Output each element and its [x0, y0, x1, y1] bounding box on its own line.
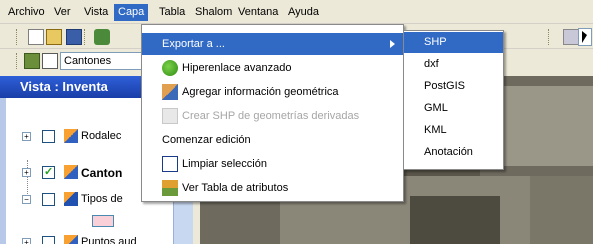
open-folder-icon[interactable] [46, 29, 62, 45]
attribute-table-icon [162, 180, 178, 196]
menu-capa[interactable]: Capa [114, 4, 149, 21]
map-terrain [410, 196, 500, 244]
layer-icon [64, 235, 78, 244]
submenu-item-gml[interactable]: GML [404, 98, 503, 119]
menu-ventana[interactable]: Ventana [234, 4, 282, 21]
layer-combo[interactable]: Cantones [60, 52, 145, 70]
toolbar-grip[interactable] [16, 53, 19, 69]
submenu-item-anotacion[interactable]: Anotación [404, 142, 503, 163]
tree-expand-toggle[interactable]: + [22, 168, 31, 177]
menu-item-ver-tabla[interactable]: Ver Tabla de atributos [142, 177, 403, 199]
shp-icon [162, 108, 178, 124]
menu-ayuda[interactable]: Ayuda [284, 4, 323, 21]
add-layer-icon[interactable] [94, 29, 110, 45]
toolbar-grip[interactable] [16, 29, 19, 45]
menu-vista[interactable]: Vista [80, 4, 112, 21]
tree-collapse-toggle[interactable]: − [22, 195, 31, 204]
save-icon[interactable] [66, 29, 82, 45]
legend-symbol-swatch [92, 215, 114, 227]
layer-icon [64, 192, 78, 206]
menu-ver[interactable]: Ver [50, 4, 75, 21]
layer-label-cantones[interactable]: Canton [81, 166, 122, 180]
export-submenu: SHP dxf PostGIS GML KML Anotación [403, 30, 504, 170]
new-document-icon[interactable] [28, 29, 44, 45]
layer-visibility-checkbox[interactable] [42, 193, 55, 206]
layer-edit-icon[interactable] [24, 53, 40, 69]
menu-bar: Archivo Ver Vista Capa Tabla Shalom Vent… [0, 0, 593, 24]
submenu-item-shp[interactable]: SHP [404, 32, 503, 53]
menu-archivo[interactable]: Archivo [4, 4, 49, 21]
tree-expand-toggle[interactable]: + [22, 238, 31, 244]
menu-item-crear-shp: Crear SHP de geometrías derivadas [142, 105, 403, 127]
menu-item-label: Crear SHP de geometrías derivadas [182, 110, 360, 122]
tree-expand-toggle[interactable]: + [22, 132, 31, 141]
pointer-select-icon[interactable] [578, 28, 592, 46]
menu-item-comenzar-edicion[interactable]: Comenzar edición [142, 129, 403, 151]
submenu-item-kml[interactable]: KML [404, 120, 503, 141]
layer-icon [64, 165, 78, 179]
layer-label-rodalec[interactable]: Rodalec [81, 130, 121, 142]
toolbar-grip[interactable] [84, 29, 87, 45]
hyperlink-icon [162, 60, 178, 76]
clear-selection-icon [162, 156, 178, 172]
layer-label-puntos[interactable]: Puntos aud [81, 236, 137, 244]
toolbar-grip[interactable] [548, 29, 551, 45]
tree-connector [27, 160, 28, 200]
menu-item-agregar-geometria[interactable]: Agregar información geométrica [142, 81, 403, 103]
menu-item-hiperenlace[interactable]: Hiperenlace avanzado [142, 57, 403, 79]
print-icon[interactable] [563, 29, 579, 45]
menu-item-limpiar-seleccion[interactable]: Limpiar selección [142, 153, 403, 175]
layer-visibility-checkbox[interactable] [42, 165, 55, 179]
menu-item-label: Agregar información geométrica [182, 86, 339, 98]
submenu-arrow-icon [390, 40, 395, 48]
menu-tabla[interactable]: Tabla [155, 4, 189, 21]
layer-label-tipos[interactable]: Tipos de [81, 193, 123, 205]
layer-table-icon[interactable] [42, 53, 58, 69]
menu-item-label: Comenzar edición [162, 134, 251, 146]
menu-item-label: Limpiar selección [182, 158, 267, 170]
submenu-item-dxf[interactable]: dxf [404, 54, 503, 75]
menu-shalom[interactable]: Shalom [191, 4, 236, 21]
menu-item-label: Ver Tabla de atributos [182, 182, 289, 194]
geometry-icon [162, 84, 178, 100]
menu-item-exportar[interactable]: Exportar a ... [142, 33, 403, 55]
map-terrain [530, 176, 593, 244]
layer-icon [64, 129, 78, 143]
submenu-item-postgis[interactable]: PostGIS [404, 76, 503, 97]
capa-dropdown-menu: Exportar a ... Hiperenlace avanzado Agre… [141, 24, 404, 202]
menu-item-label: Exportar a ... [162, 38, 225, 50]
menu-item-label: Hiperenlace avanzado [182, 62, 292, 74]
layer-visibility-checkbox[interactable] [42, 236, 55, 244]
layer-visibility-checkbox[interactable] [42, 130, 55, 143]
